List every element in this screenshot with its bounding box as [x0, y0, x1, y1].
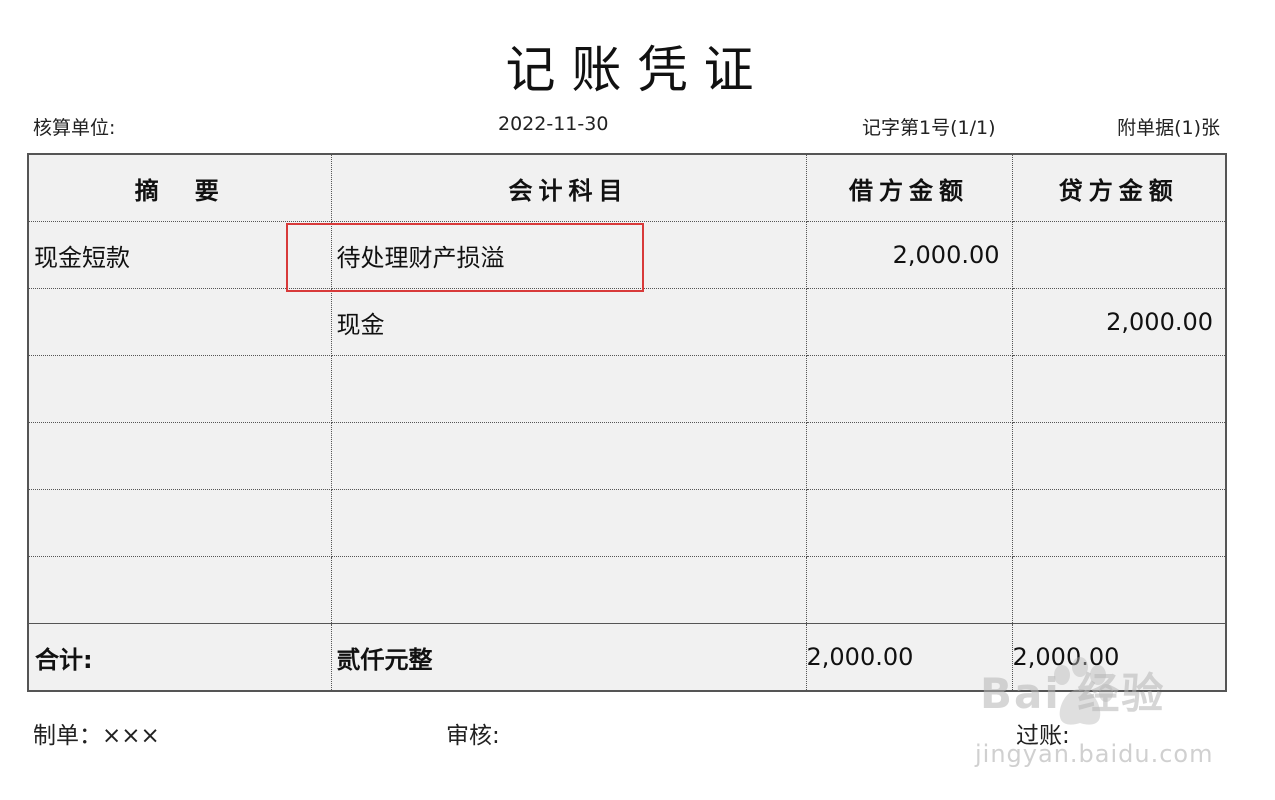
cell-credit[interactable] [1011, 489, 1227, 557]
cell-summary[interactable] [27, 556, 332, 624]
table-row: 现金 2,000.00 [27, 288, 1227, 356]
cell-debit[interactable] [805, 422, 1013, 490]
cell-debit[interactable] [805, 489, 1013, 557]
cell-summary[interactable] [27, 489, 332, 557]
accounting-unit-label: 核算单位: [33, 117, 116, 139]
cell-credit[interactable] [1011, 355, 1227, 423]
cell-summary[interactable] [27, 355, 332, 423]
voucher-title: 记账凭证 [505, 41, 770, 99]
table-row [27, 556, 1227, 624]
cell-debit[interactable]: 2,000.00 [805, 221, 1013, 289]
cell-summary[interactable] [27, 288, 332, 356]
cell-account[interactable]: 现金 [330, 288, 807, 356]
cell-account[interactable] [330, 422, 807, 490]
table-row: 现金短款 待处理财产损溢 2,000.00 [27, 221, 1227, 289]
column-header-debit: 借方金额 [805, 153, 1013, 222]
reviewer-signature: 审核: [446, 723, 500, 749]
cell-debit[interactable] [805, 355, 1013, 423]
cell-account[interactable] [330, 355, 807, 423]
cell-credit[interactable] [1011, 221, 1227, 289]
cell-account[interactable] [330, 489, 807, 557]
voucher-date: 2022-11-30 [498, 113, 609, 135]
cell-credit[interactable] [1011, 422, 1227, 490]
cell-debit[interactable] [805, 556, 1013, 624]
cell-debit[interactable] [805, 288, 1013, 356]
totals-amount-in-words[interactable]: 贰仟元整 [330, 623, 807, 692]
cell-account[interactable]: 待处理财产损溢 [330, 221, 807, 289]
cell-credit[interactable] [1011, 556, 1227, 624]
column-header-summary: 摘 要 [27, 153, 332, 222]
table-row [27, 489, 1227, 557]
baidu-watermark-url: jingyan.baidu.com [975, 740, 1214, 768]
cell-summary[interactable] [27, 422, 332, 490]
attachment-count: 附单据(1)张 [1117, 117, 1220, 139]
paw-icon [1054, 657, 1113, 725]
voucher-number: 记字第1号(1/1) [862, 117, 996, 139]
table-row [27, 422, 1227, 490]
table-row [27, 355, 1227, 423]
cell-summary[interactable]: 现金短款 [27, 221, 332, 289]
voucher-table: 摘 要 会计科目 借方金额 贷方金额 现金短款 待处理财产损溢 2,000.00… [27, 153, 1227, 692]
column-header-account: 会计科目 [330, 153, 807, 222]
preparer-signature: 制单：××× [33, 723, 160, 749]
header-row: 摘 要 会计科目 借方金额 贷方金额 [27, 153, 1227, 222]
column-header-credit: 贷方金额 [1011, 153, 1227, 222]
cell-credit[interactable]: 2,000.00 [1011, 288, 1227, 356]
totals-label: 合计: [27, 623, 332, 692]
cell-account[interactable] [330, 556, 807, 624]
